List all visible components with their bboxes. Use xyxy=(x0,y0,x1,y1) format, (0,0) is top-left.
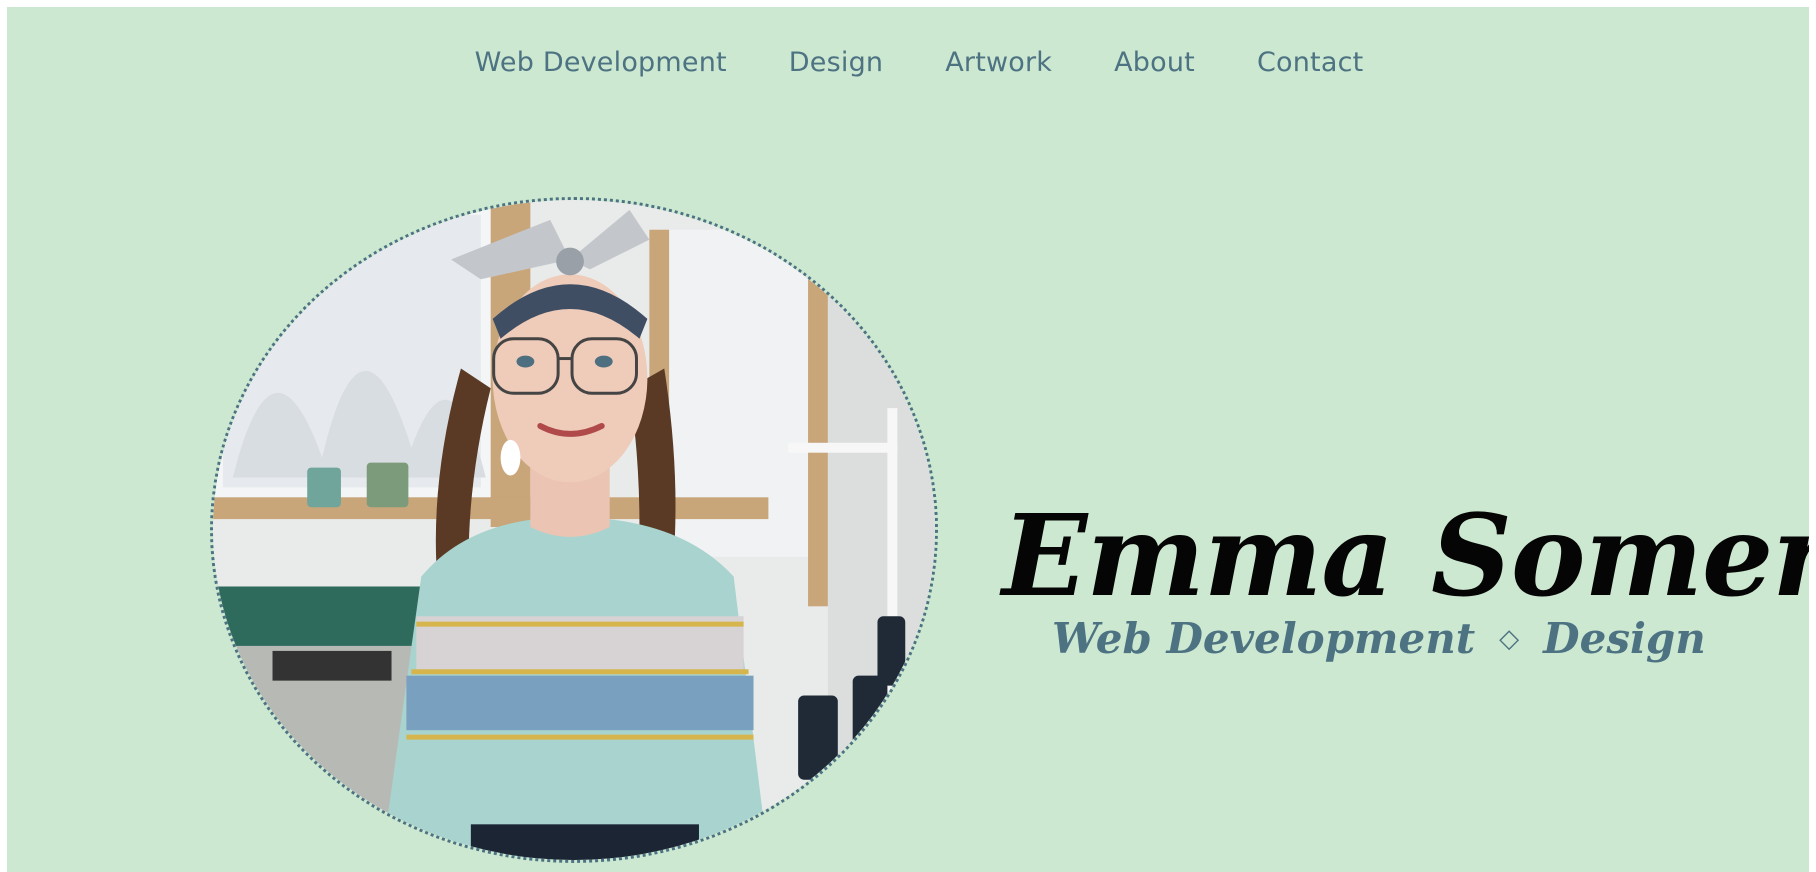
nav-contact[interactable]: Contact xyxy=(1257,43,1363,83)
nav-web-development[interactable]: Web Development xyxy=(475,43,727,83)
portrait-photo xyxy=(210,197,938,863)
tagline-web-development: Web Development xyxy=(1052,614,1476,663)
hero-tagline: Web Development ◇ Design xyxy=(1052,609,1706,675)
diamond-separator-icon: ◇ xyxy=(1499,624,1520,654)
nav-design[interactable]: Design xyxy=(789,43,883,83)
tagline-design: Design xyxy=(1543,614,1706,663)
portrait-illustration xyxy=(213,200,935,860)
page-frame: Web Development Design Artwork About Con… xyxy=(7,7,1809,872)
top-nav: Web Development Design Artwork About Con… xyxy=(7,43,1809,83)
nav-artwork[interactable]: Artwork xyxy=(945,43,1052,83)
hero-name: Emma Somers xyxy=(1002,491,1809,623)
nav-about[interactable]: About xyxy=(1114,43,1195,83)
